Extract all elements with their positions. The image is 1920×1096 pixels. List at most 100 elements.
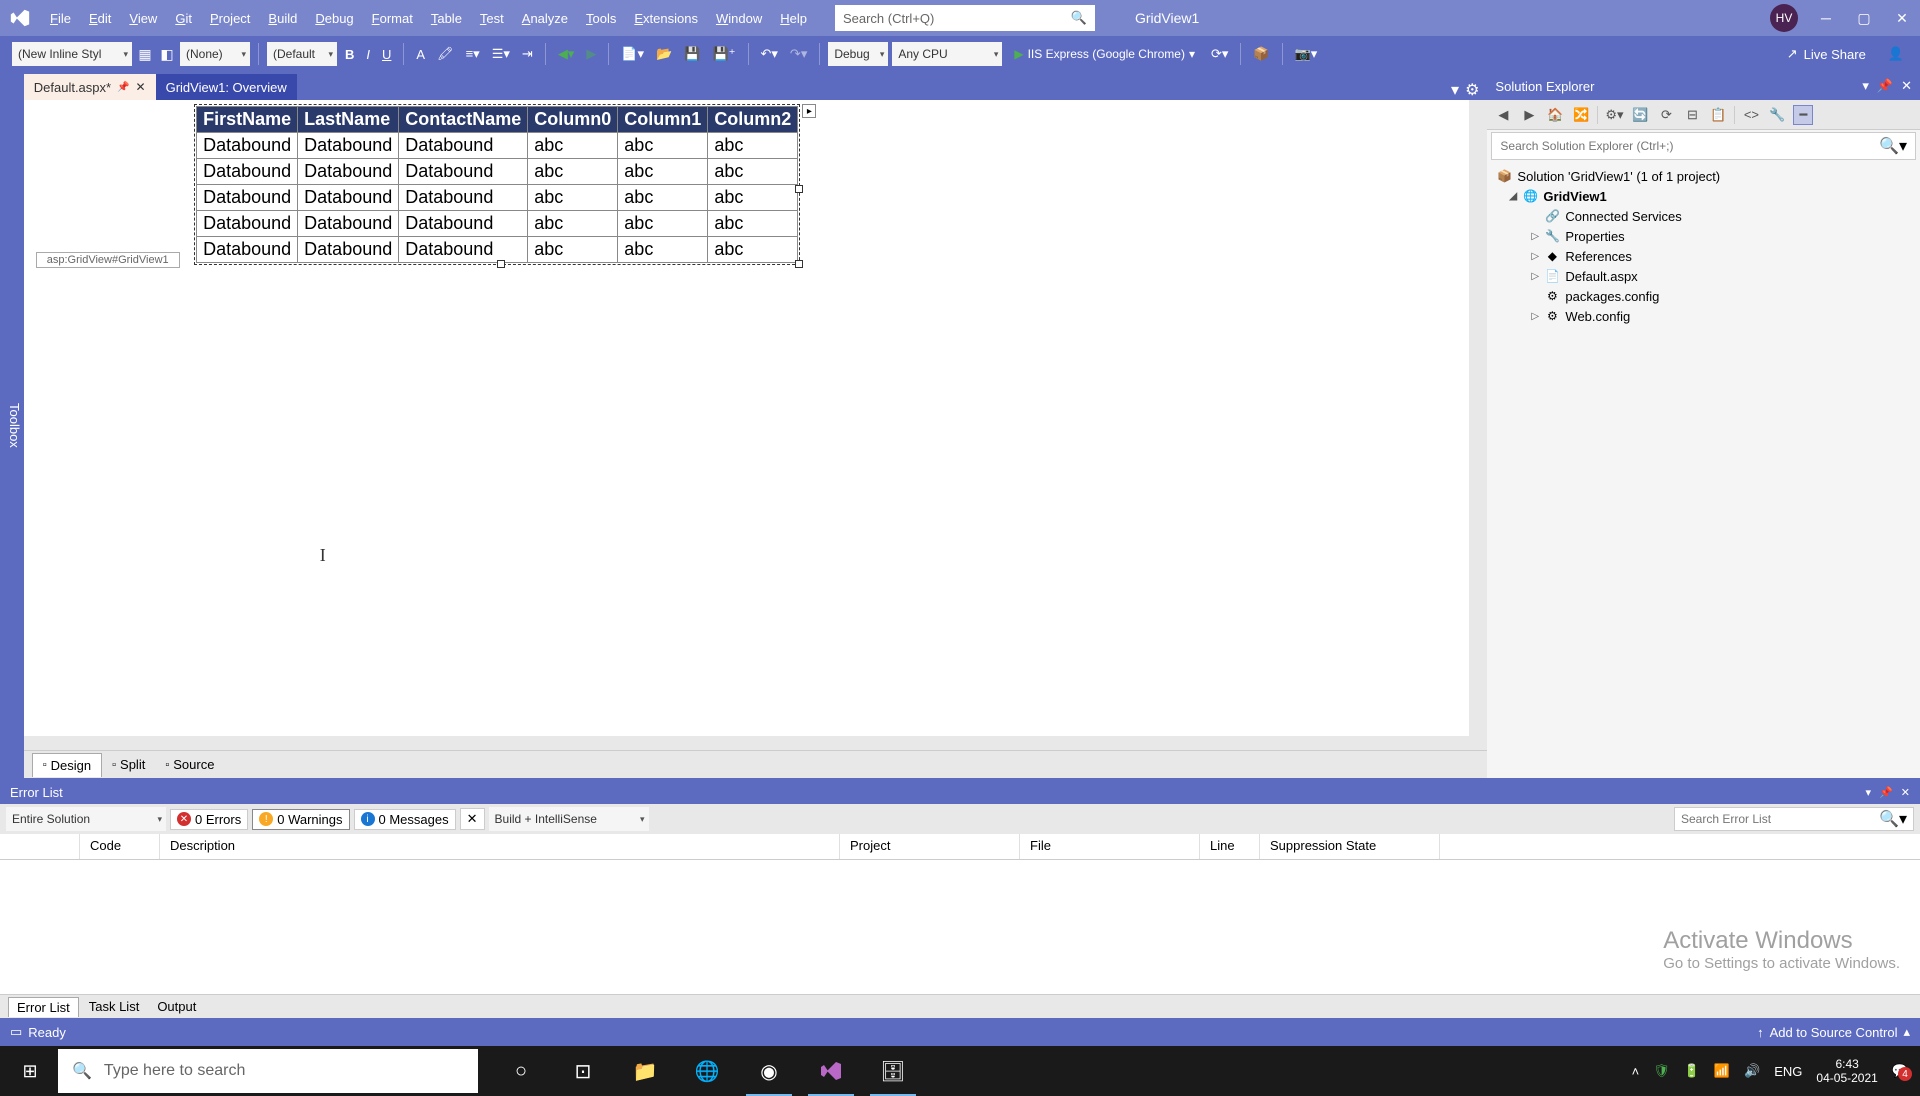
obs-icon[interactable]: ◉ <box>738 1046 800 1096</box>
nav-back-button[interactable]: ◀▾ <box>554 44 579 64</box>
refresh-tree-icon[interactable]: ⟳ <box>1656 105 1676 125</box>
code-icon[interactable]: <> <box>1741 105 1761 125</box>
doc-tab[interactable]: Default.aspx*📌✕ <box>24 74 156 100</box>
feedback-button[interactable]: 👤 <box>1884 44 1908 64</box>
panel-tab-task-list[interactable]: Task List <box>81 997 148 1016</box>
minimize-button[interactable]: ─ <box>1816 8 1836 28</box>
menu-format[interactable]: Format <box>364 7 421 30</box>
grid-header[interactable]: ContactName <box>399 107 528 133</box>
designer-surface[interactable]: asp:GridView#GridView1 FirstNameLastName… <box>24 100 1488 750</box>
tree-item[interactable]: ▷🔧Properties <box>1487 226 1920 246</box>
close-icon[interactable]: ✕ <box>136 80 146 94</box>
scope-combo[interactable]: Entire Solution <box>6 807 166 831</box>
highlight-button[interactable]: 🖍 <box>433 44 458 64</box>
default-combo[interactable]: (Default <box>267 42 337 66</box>
table-row[interactable]: DataboundDataboundDataboundabcabcabc <box>197 211 798 237</box>
save-button[interactable]: 💾 <box>680 44 704 64</box>
messages-filter[interactable]: i 0 Messages <box>354 809 456 830</box>
redo-button[interactable]: ↷▾ <box>786 44 811 64</box>
panel-tab-error-list[interactable]: Error List <box>8 997 79 1017</box>
panel-close-icon[interactable]: ✕ <box>1901 78 1912 94</box>
toolbox-tab[interactable]: Toolbox <box>0 72 24 778</box>
camera-button[interactable]: 📷▾ <box>1291 44 1322 64</box>
menu-extensions[interactable]: Extensions <box>626 7 706 30</box>
panel-tab-output[interactable]: Output <box>149 997 204 1016</box>
clear-filter[interactable]: ✕ <box>460 808 485 830</box>
table-row[interactable]: DataboundDataboundDataboundabcabcabc <box>197 237 798 263</box>
expand-arrow-icon[interactable]: ▷ <box>1531 311 1543 322</box>
style-icon-2[interactable]: ◧ <box>158 45 176 63</box>
panel-dropdown-icon[interactable]: ▾ <box>1866 786 1872 799</box>
live-share-button[interactable]: ↗ Live Share <box>1787 46 1866 62</box>
platform-combo[interactable]: Any CPU <box>892 42 1002 66</box>
switch-view-icon[interactable]: 🔀 <box>1571 105 1591 125</box>
expand-arrow-icon[interactable]: ▷ <box>1531 231 1543 242</box>
tree-item[interactable]: ▷⚙Web.config <box>1487 306 1920 326</box>
menu-view[interactable]: View <box>121 7 165 30</box>
h-scrollbar[interactable] <box>24 736 1470 750</box>
new-item-button[interactable]: 📄▾ <box>617 44 648 64</box>
properties-icon[interactable]: 🔧 <box>1767 105 1787 125</box>
nav-fwd-button[interactable]: ▶ <box>582 44 600 64</box>
panel-close-icon[interactable]: ✕ <box>1901 786 1910 799</box>
view-tab-design[interactable]: ▫Design <box>32 753 102 777</box>
menu-git[interactable]: Git <box>167 7 200 30</box>
menu-analyze[interactable]: Analyze <box>514 7 576 30</box>
warnings-filter[interactable]: ! 0 Warnings <box>252 809 349 830</box>
security-icon[interactable]: 🛡 <box>1653 1063 1670 1079</box>
v-scrollbar[interactable] <box>1469 100 1487 750</box>
edge-icon[interactable]: 🌐 <box>676 1046 738 1096</box>
task-view-icon[interactable]: ⊡ <box>552 1046 614 1096</box>
tabs-settings-icon[interactable]: ⚙ <box>1465 80 1479 100</box>
refresh-button[interactable]: ⟳▾ <box>1207 44 1232 64</box>
start-button[interactable]: ⊞ <box>2 1046 58 1096</box>
file-explorer-icon[interactable]: 📁 <box>614 1046 676 1096</box>
volume-icon[interactable]: 🔊 <box>1744 1063 1760 1079</box>
undo-button[interactable]: ↶▾ <box>757 44 782 64</box>
home-icon[interactable]: 🏠 <box>1545 105 1565 125</box>
style-rule-combo[interactable]: (New Inline Styl <box>12 42 132 66</box>
tree-item[interactable]: ▷📄Default.aspx <box>1487 266 1920 286</box>
preview-icon[interactable]: ━ <box>1793 105 1813 125</box>
sync-icon[interactable]: 🔄 <box>1630 105 1650 125</box>
view-tab-source[interactable]: ▫Source <box>155 753 224 776</box>
open-button[interactable]: 📂 <box>652 44 676 64</box>
cortana-icon[interactable]: ○ <box>490 1046 552 1096</box>
notifications-icon[interactable]: 💬 <box>1892 1063 1908 1079</box>
error-search[interactable]: 🔍▾ <box>1674 807 1914 831</box>
gridview-control[interactable]: FirstNameLastNameContactNameColumn0Colum… <box>196 106 798 263</box>
solution-search[interactable]: 🔍▾ <box>1491 132 1916 160</box>
error-search-input[interactable] <box>1681 812 1879 826</box>
menu-build[interactable]: Build <box>260 7 305 30</box>
doc-tab[interactable]: GridView1: Overview <box>156 74 297 100</box>
save-all-button[interactable]: 💾⁺ <box>708 44 739 64</box>
clock[interactable]: 6:43 04-05-2021 <box>1816 1057 1877 1086</box>
fwd-icon[interactable]: ▶ <box>1519 105 1539 125</box>
menu-table[interactable]: Table <box>423 7 470 30</box>
menu-help[interactable]: Help <box>772 7 815 30</box>
tree-item[interactable]: ⚙packages.config <box>1487 286 1920 306</box>
tree-item[interactable]: 🔗Connected Services <box>1487 206 1920 226</box>
build-combo[interactable]: Build + IntelliSense <box>489 807 649 831</box>
show-all-icon[interactable]: 📋 <box>1708 105 1728 125</box>
config-combo[interactable]: Debug <box>828 42 888 66</box>
table-row[interactable]: DataboundDataboundDataboundabcabcabc <box>197 185 798 211</box>
panel-dropdown-icon[interactable]: ▾ <box>1862 78 1869 94</box>
error-column-header[interactable]: Code <box>80 834 160 859</box>
error-column-header[interactable] <box>0 834 80 859</box>
solution-node[interactable]: 📦 Solution 'GridView1' (1 of 1 project) <box>1487 166 1920 186</box>
tray-chevron-icon[interactable]: ˄ <box>1632 1064 1640 1079</box>
collapse-icon[interactable]: ⊟ <box>1682 105 1702 125</box>
align-button[interactable]: ≡▾ <box>462 44 484 64</box>
maximize-button[interactable]: ▢ <box>1854 8 1874 28</box>
collapse-arrow-icon[interactable]: ◢ <box>1509 191 1521 202</box>
tree-item[interactable]: ▷◆References <box>1487 246 1920 266</box>
grid-header[interactable]: Column0 <box>528 107 618 133</box>
error-column-header[interactable]: Line <box>1200 834 1260 859</box>
breadcrumb[interactable]: asp:GridView#GridView1 <box>36 252 180 268</box>
menu-test[interactable]: Test <box>472 7 512 30</box>
language-indicator[interactable]: ENG <box>1774 1064 1802 1079</box>
menu-edit[interactable]: Edit <box>81 7 119 30</box>
indent-button[interactable]: ⇥ <box>518 44 537 64</box>
menu-window[interactable]: Window <box>708 7 770 30</box>
